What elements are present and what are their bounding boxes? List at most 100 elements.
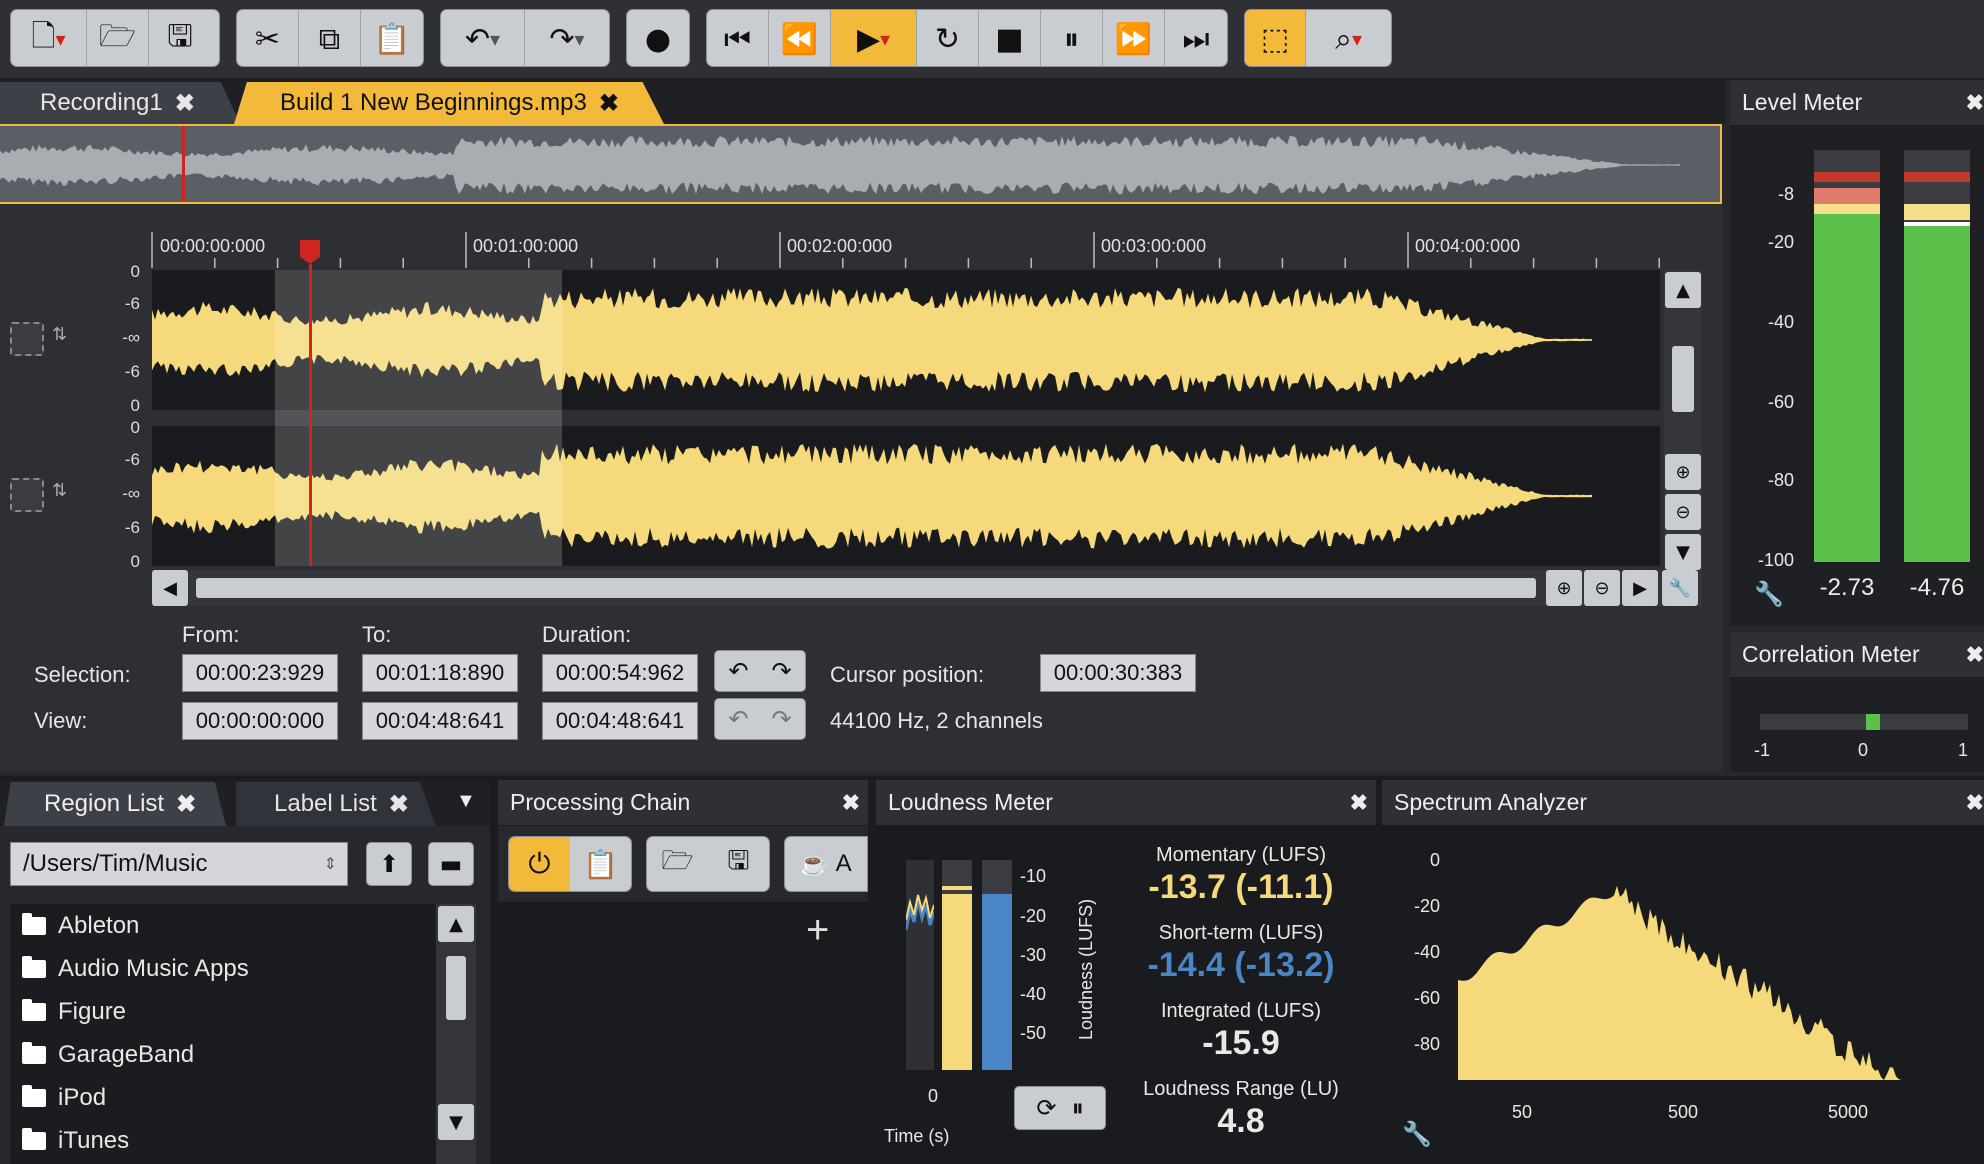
list-item[interactable]: iPod [10,1076,436,1119]
cut-icon[interactable]: ✂ [237,10,299,66]
scroll-right-icon[interactable]: ▶ [1622,570,1658,606]
list-item[interactable]: GarageBand [10,1033,436,1076]
selection-label: Selection: [34,662,131,687]
rewind-icon[interactable]: ⏪ [769,10,831,66]
track-select-icon[interactable] [10,322,44,356]
close-icon[interactable]: ✖ [1966,790,1984,816]
horizontal-scrollbar[interactable]: ◀ ⊕ ⊖ ▶ 🔧 [152,570,1702,606]
momentary-value: -13.7 (-11.1) [1148,868,1334,906]
list-item[interactable]: iTunes [10,1119,436,1162]
up-folder-icon[interactable]: ⬆ [366,842,412,886]
waveform-channel-left[interactable] [152,270,1660,410]
scroll-thumb[interactable] [196,578,1536,598]
view-from-field[interactable]: 00:00:00:000 [182,702,338,740]
redo-icon[interactable]: ↷ [771,705,791,733]
save-icon[interactable]: 🖫 [708,837,769,891]
folder-icon [22,1127,46,1150]
time-ruler[interactable]: 00:00:00:000 00:01:00:000 00:02:00:000 0… [150,232,1660,268]
list-item[interactable]: Figure [10,990,436,1033]
scroll-thumb[interactable] [1672,346,1694,412]
open-folder-icon[interactable]: 🗁 [87,10,149,66]
track-sort-icon[interactable]: ⇅ [52,324,67,345]
path-select[interactable]: /Users/Tim/Music ⇕ [10,842,348,886]
spectrum-analyzer-panel: Spectrum Analyzer ✖ 0 -20 -40 -60 -80 50 … [1382,780,1984,1164]
skip-start-icon[interactable]: ⏮ [707,10,769,66]
vertical-scrollbar[interactable]: ▲ ⊕ ⊖ ▼ [1664,270,1702,605]
reset-icon[interactable]: ⟳ [1036,1094,1056,1122]
stop-icon[interactable]: ■ [979,10,1041,66]
scale-label: -30 [1020,945,1047,965]
undo-icon[interactable]: ↶ ▾ [441,10,525,66]
folder-icon [22,1084,46,1107]
fast-forward-icon[interactable]: ⏩ [1103,10,1165,66]
tab-region-list[interactable]: Region List ✖ [4,782,226,826]
cursor-position-field[interactable]: 00:00:30:383 [1040,654,1196,692]
tab-label-list[interactable]: Label List ✖ [236,782,436,826]
pause-icon[interactable]: ⏸ [1041,10,1103,66]
folder-name: Ableton [58,911,140,939]
close-icon[interactable]: ✖ [1966,90,1984,116]
redo-icon[interactable]: ↷ [771,657,791,685]
close-icon[interactable]: ✖ [599,89,619,118]
undo-icon[interactable]: ↶ [728,657,748,685]
folder-scrollbar[interactable]: ▲ ▼ [436,904,476,1164]
copy-icon[interactable]: ⧉ [299,10,361,66]
plugin-button[interactable]: ☕ A [784,836,868,892]
clipboard-icon[interactable]: 📋 [570,837,631,891]
wrench-icon[interactable]: 🔧 [1402,1120,1432,1149]
zoom-in-icon[interactable]: ⊕ [1665,454,1701,490]
waveform-channel-right[interactable] [152,426,1660,566]
new-file-icon[interactable]: 🗋 ▾ [11,10,87,66]
skip-end-icon[interactable]: ⏭ [1165,10,1227,66]
view-duration-field[interactable]: 00:04:48:641 [542,702,698,740]
close-icon[interactable]: ✖ [175,89,195,118]
track-select-icon[interactable] [10,478,44,512]
redo-icon[interactable]: ↷ ▾ [525,10,609,66]
close-icon[interactable]: ✖ [842,790,860,816]
overview-waveform[interactable] [0,124,1722,204]
tab-recording1[interactable]: Recording1 ✖ [0,82,240,124]
zoom-out-icon[interactable]: ⊖ [1665,494,1701,530]
select-tool-icon[interactable]: ⬚ [1245,10,1307,66]
pause-icon[interactable]: ⏸ [1072,1094,1084,1122]
open-folder-icon[interactable]: 🗁 [647,837,708,891]
wrench-icon[interactable]: 🔧 [1662,570,1698,606]
scroll-down-icon[interactable]: ▼ [438,1104,474,1140]
scroll-thumb[interactable] [446,956,466,1020]
list-item[interactable]: Audio Music Apps [10,947,436,990]
wrench-icon[interactable]: 🔧 [1754,580,1784,609]
loop-icon[interactable]: ↻ [917,10,979,66]
zoom-in-icon[interactable]: ⊕ [1546,570,1582,606]
folder-icon[interactable]: ▬ [428,842,474,886]
scroll-up-icon[interactable]: ▲ [1665,272,1701,308]
selection-duration-field[interactable]: 00:00:54:962 [542,654,698,692]
scroll-down-icon[interactable]: ▼ [1665,534,1701,570]
close-icon[interactable]: ✖ [176,790,196,819]
close-icon[interactable]: ✖ [1966,642,1984,668]
waveform-right-graphic [152,443,1592,549]
scroll-left-icon[interactable]: ◀ [152,570,188,606]
zoom-tool-icon[interactable]: ⌕ ▾ [1306,10,1391,66]
tab-build-1-new-beginnings[interactable]: Build 1 New Beginnings.mp3 ✖ [234,82,664,124]
add-plugin-button[interactable]: + [806,908,829,953]
save-icon[interactable]: 🖫 [149,10,211,66]
integrated-label: Integrated (LUFS) [1160,1000,1322,1022]
list-item[interactable]: Ableton [10,904,436,947]
power-icon[interactable]: ⏻ [509,837,570,891]
view-undo-redo: ↶ ↷ [714,698,806,740]
scale-label: -8 [1777,184,1794,204]
undo-icon[interactable]: ↶ [728,705,748,733]
document-tabs: Recording1 ✖ Build 1 New Beginnings.mp3 ✖ [0,80,1726,124]
chevron-down-icon[interactable]: ▼ [456,790,476,813]
selection-from-field[interactable]: 00:00:23:929 [182,654,338,692]
paste-icon[interactable]: 📋 [361,10,423,66]
selection-to-field[interactable]: 00:01:18:890 [362,654,518,692]
scroll-up-icon[interactable]: ▲ [438,906,474,942]
track-sort-icon[interactable]: ⇅ [52,480,67,501]
view-to-field[interactable]: 00:04:48:641 [362,702,518,740]
zoom-out-icon[interactable]: ⊖ [1584,570,1620,606]
play-icon[interactable]: ▶ ▾ [831,10,917,66]
record-icon[interactable]: ● [627,10,689,66]
close-icon[interactable]: ✖ [1350,790,1368,816]
close-icon[interactable]: ✖ [389,790,409,819]
